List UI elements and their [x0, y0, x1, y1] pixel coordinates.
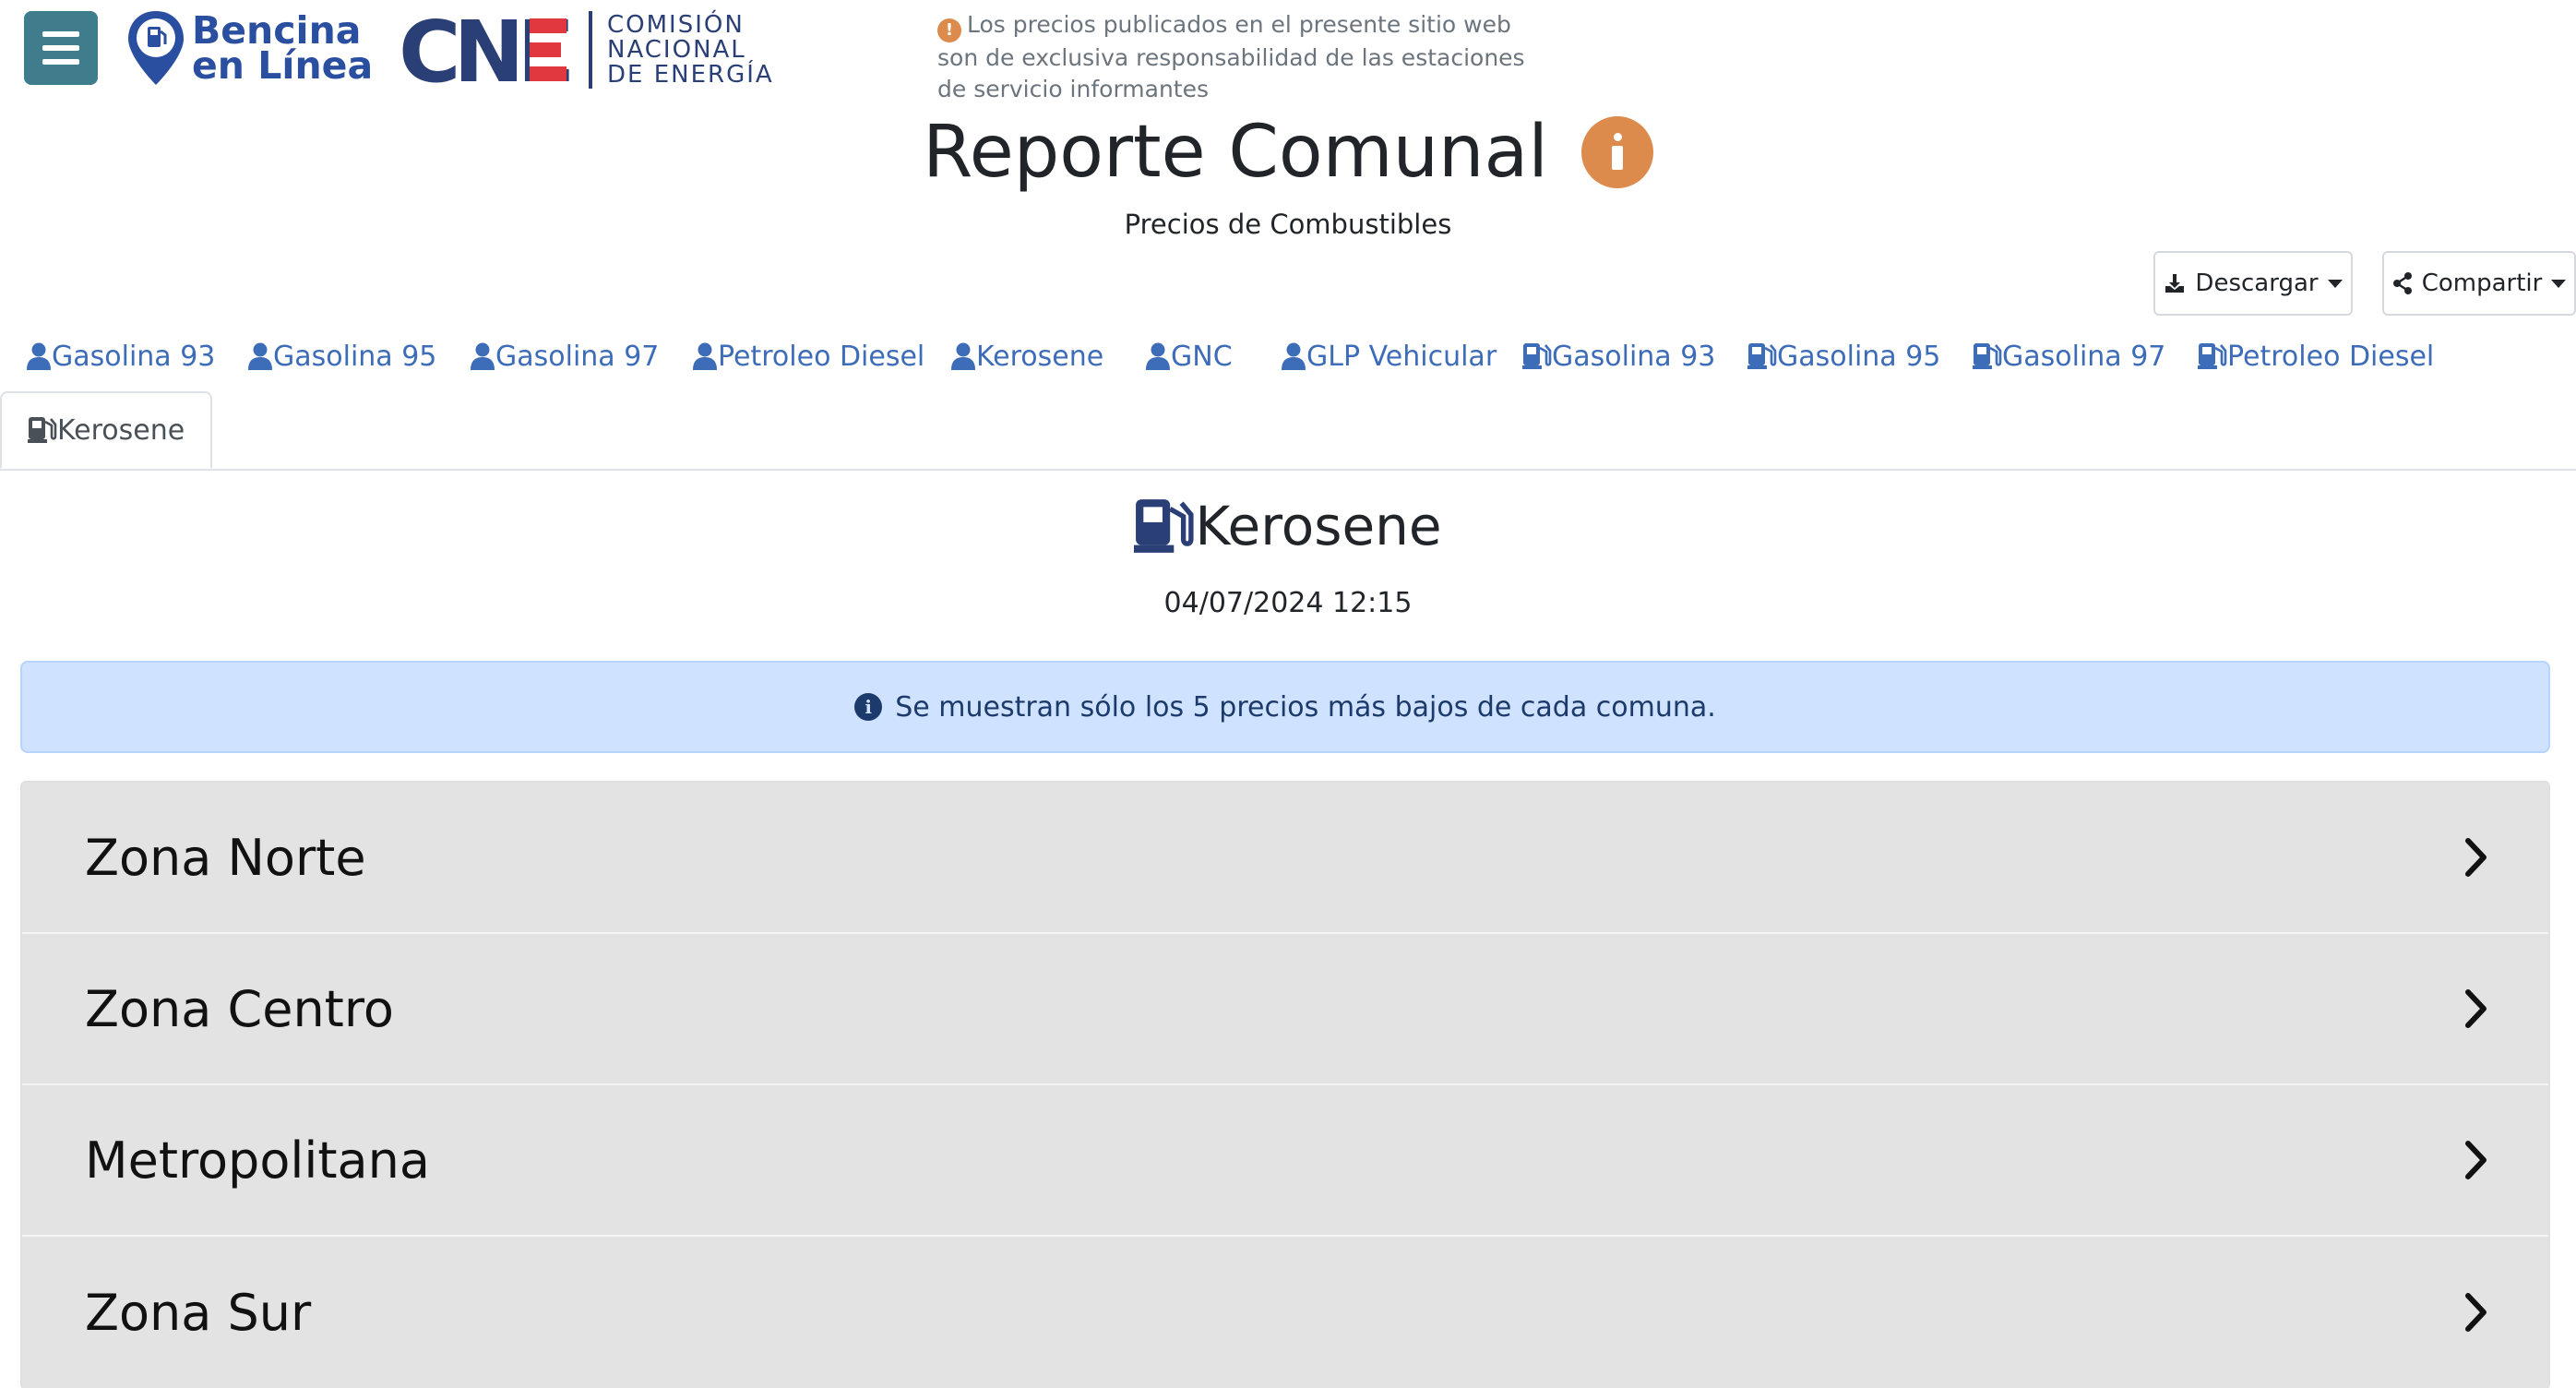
- user-icon: [1146, 342, 1170, 370]
- tab-petroleo-diesel-pump[interactable]: Petroleo Diesel: [2198, 319, 2434, 393]
- cne-letters-logo: CNE: [399, 13, 578, 87]
- tab-label: Kerosene: [976, 340, 1104, 373]
- accordion-item-zona-centro[interactable]: Zona Centro: [22, 934, 2548, 1085]
- disclaimer-label: Los precios publicados en el presente si…: [937, 11, 1525, 102]
- user-icon: [951, 342, 975, 370]
- accordion-label: Zona Sur: [85, 1283, 312, 1342]
- accordion-item-zona-norte[interactable]: Zona Norte: [22, 783, 2548, 934]
- hamburger-bar: [42, 59, 79, 65]
- tab-label: GLP Vehicular: [1306, 340, 1497, 373]
- tab-kerosene-pump[interactable]: Kerosene: [0, 391, 213, 469]
- hamburger-bar: [42, 31, 79, 37]
- accordion-item-zona-sur[interactable]: Zona Sur: [22, 1237, 2548, 1388]
- brand-line-2: en Línea: [192, 43, 374, 88]
- logo-divider: [589, 11, 592, 89]
- cne-sub-3: DE ENERGÍA: [607, 60, 774, 89]
- info-alert: i Se muestran sólo los 5 precios más baj…: [20, 661, 2550, 753]
- tab-gasolina-93-user[interactable]: Gasolina 93: [26, 319, 215, 393]
- info-circle-icon: i: [854, 693, 883, 721]
- tab-gasolina-97-user[interactable]: Gasolina 97: [470, 319, 659, 393]
- chevron-right-icon: [2465, 838, 2487, 877]
- exclamation-icon: !: [937, 18, 961, 42]
- user-icon: [1282, 342, 1306, 370]
- chevron-right-icon: [2465, 989, 2487, 1028]
- download-label: Descargar: [2195, 269, 2319, 297]
- tab-label: Kerosene: [57, 413, 185, 447]
- cne-sub-2: NACIONAL: [607, 35, 746, 64]
- tab-kerosene-user[interactable]: Kerosene: [950, 319, 1103, 393]
- cne-logo[interactable]: CNE COMISIÓN NACIONAL DE ENERGÍA: [399, 11, 774, 89]
- tab-gasolina-95-pump[interactable]: Gasolina 95: [1747, 319, 1940, 393]
- tab-gasolina-97-pump[interactable]: Gasolina 97: [1973, 319, 2165, 393]
- tab-petroleo-diesel-user[interactable]: Petroleo Diesel: [692, 319, 924, 393]
- page-subtitle: Precios de Combustibles: [1124, 209, 1452, 240]
- page-title-text: Reporte Comunal: [923, 110, 1548, 194]
- hamburger-bar: [42, 45, 79, 51]
- tab-label: Gasolina 97: [495, 340, 660, 373]
- accordion-label: Metropolitana: [85, 1131, 430, 1190]
- tab-label: Gasolina 95: [1777, 340, 1941, 373]
- share-dropdown-button[interactable]: Compartir: [2382, 251, 2576, 316]
- alert-text: Se muestran sólo los 5 precios más bajos…: [895, 690, 1716, 724]
- menu-toggle-button[interactable]: [24, 11, 98, 85]
- tab-gasolina-93-pump[interactable]: Gasolina 93: [1522, 319, 1715, 393]
- tab-gasolina-95-user[interactable]: Gasolina 95: [247, 319, 436, 393]
- tab-gnc-user[interactable]: GNC: [1145, 319, 1233, 393]
- gas-pump-icon: [1973, 343, 2002, 369]
- gas-pump-icon: [2198, 343, 2227, 369]
- share-icon: [2392, 272, 2412, 294]
- disclaimer-text: ! Los precios publicados en el presente s…: [937, 9, 1528, 105]
- user-icon: [27, 342, 51, 370]
- cne-sub-1: COMISIÓN: [607, 10, 745, 39]
- fuel-tabs: Gasolina 93 Gasolina 95 Gasolina 97 Petr…: [0, 319, 2576, 471]
- accordion-label: Zona Centro: [85, 979, 394, 1038]
- gas-pump-icon: [1134, 499, 1194, 553]
- page-title: Reporte Comunal: [0, 102, 2576, 198]
- chevron-right-icon: [2465, 1141, 2487, 1179]
- gas-pump-icon: [1747, 343, 1777, 369]
- caret-down-icon: [2327, 279, 2343, 288]
- share-label: Compartir: [2421, 269, 2543, 297]
- gas-pump-icon: [1522, 343, 1552, 369]
- gas-pump-icon: [28, 417, 57, 443]
- user-icon: [471, 342, 495, 370]
- tab-label: Gasolina 97: [2002, 340, 2166, 373]
- info-icon[interactable]: [1580, 115, 1653, 188]
- tab-label: Gasolina 93: [1552, 340, 1716, 373]
- download-dropdown-button[interactable]: Descargar: [2153, 251, 2353, 316]
- zones-accordion: Zona Norte Zona Centro Metropolitana Zon…: [20, 781, 2550, 1388]
- tab-glp-vehicular-user[interactable]: GLP Vehicular: [1281, 319, 1497, 393]
- accordion-label: Zona Norte: [85, 828, 366, 887]
- accordion-item-metropolitana[interactable]: Metropolitana: [22, 1085, 2548, 1237]
- chevron-right-icon: [2465, 1293, 2487, 1332]
- tab-label: Gasolina 95: [273, 340, 437, 373]
- tab-label: GNC: [1171, 340, 1233, 373]
- tab-label: Gasolina 93: [52, 340, 216, 373]
- bencina-en-linea-logo[interactable]: Bencina en Línea: [125, 7, 373, 89]
- caret-down-icon: [2551, 279, 2567, 288]
- download-icon: [2165, 274, 2185, 293]
- user-icon: [693, 342, 717, 370]
- tab-label: Petroleo Diesel: [718, 340, 925, 373]
- panel-title: Kerosene: [0, 495, 2576, 557]
- tab-label: Petroleo Diesel: [2227, 340, 2435, 373]
- panel-title-text: Kerosene: [1195, 495, 1442, 557]
- map-pin-pump-icon: [128, 11, 184, 85]
- user-icon: [248, 342, 272, 370]
- panel-date: 04/07/2024 12:15: [1163, 587, 1413, 619]
